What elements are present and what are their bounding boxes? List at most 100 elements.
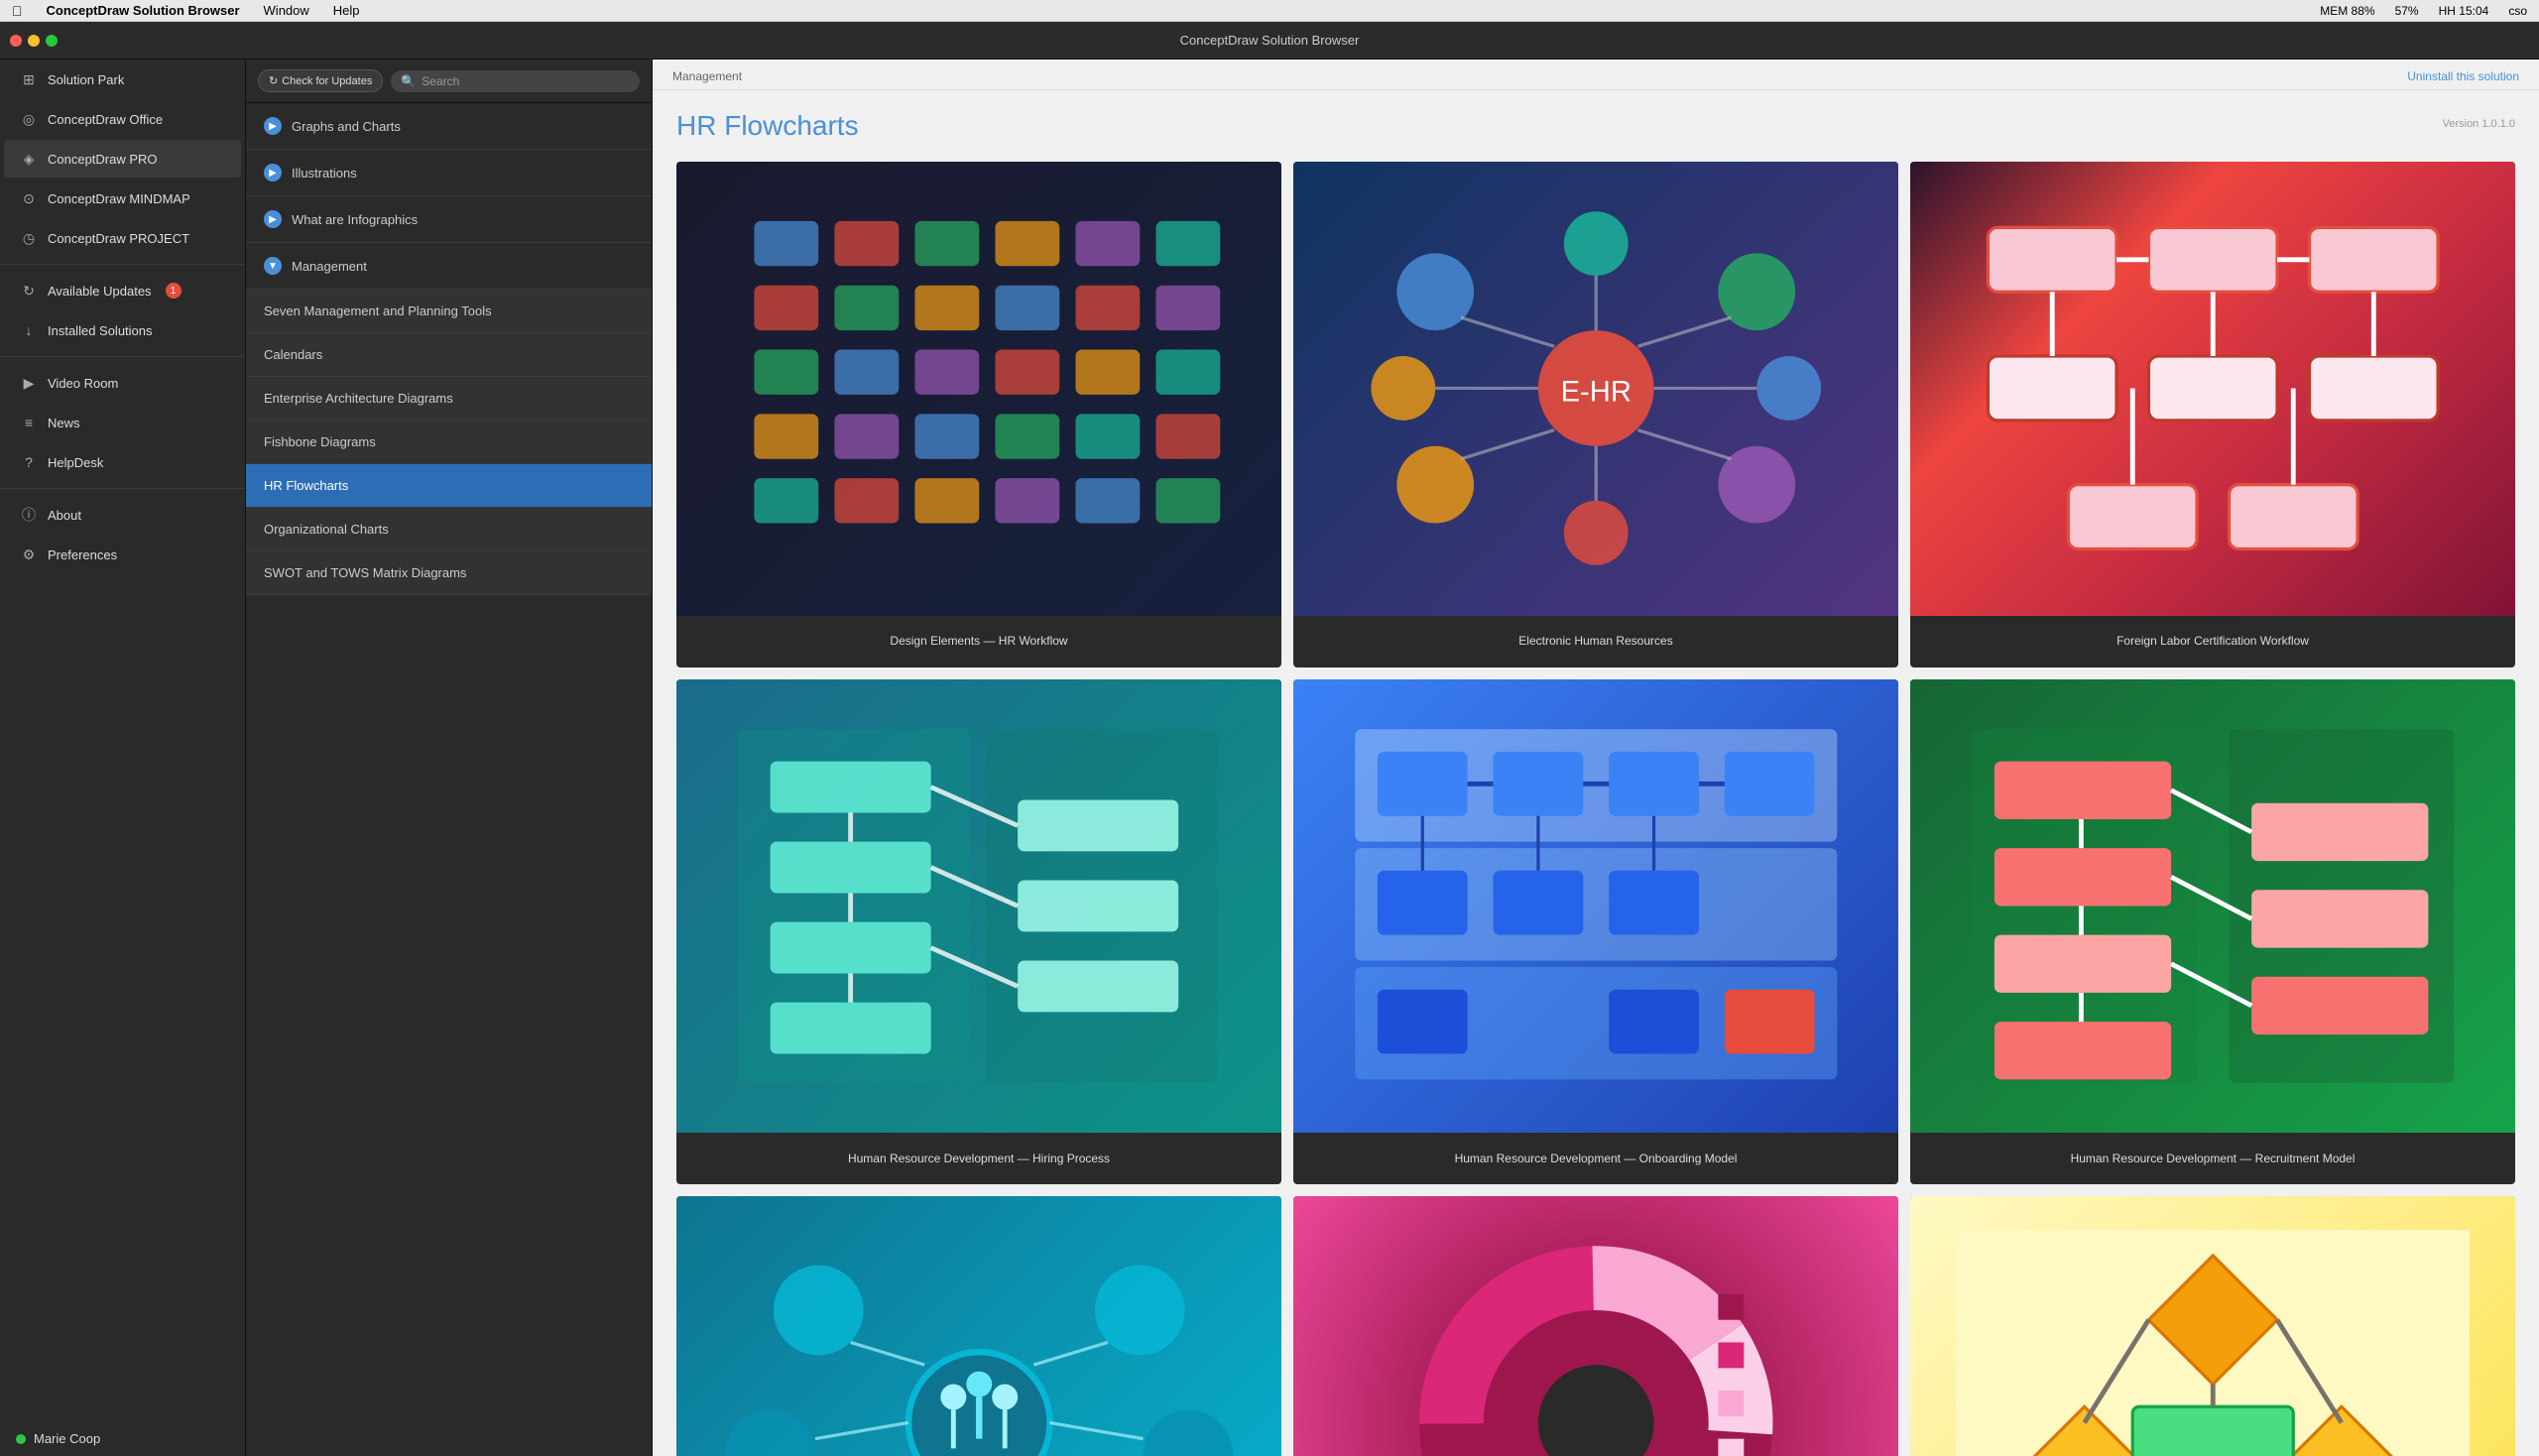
sidebar-label-news: News	[48, 416, 80, 430]
sidebar-item-solution-park[interactable]: ⊞ Solution Park	[4, 61, 241, 98]
sidebar-item-office[interactable]: ◎ ConceptDraw Office	[4, 100, 241, 138]
subcategory-org-charts[interactable]: Organizational Charts	[246, 507, 652, 550]
arrow-management: ▼	[264, 257, 282, 275]
check-updates-label: Check for Updates	[282, 75, 372, 87]
search-input[interactable]	[422, 74, 630, 88]
sidebar-item-news[interactable]: ≡ News	[4, 404, 241, 441]
sidebar-label-project: ConceptDraw PROJECT	[48, 231, 189, 246]
sidebar-item-about[interactable]: ⓘ About	[4, 496, 241, 534]
sidebar-item-installed[interactable]: ↓ Installed Solutions	[4, 311, 241, 349]
sidebar-divider-2	[0, 356, 245, 357]
menu-right: MEM 88% 57% НН 15:04 cso	[2316, 4, 2531, 18]
sidebar-item-videoroom[interactable]: ▶ Video Room	[4, 364, 241, 402]
sidebar-label-office: ConceptDraw Office	[48, 112, 163, 127]
maximize-button[interactable]	[46, 35, 58, 47]
thumb-svg-uk-labour	[1956, 1230, 2471, 1456]
subcategory-label-org-charts: Organizational Charts	[264, 522, 389, 537]
subcategory-fishbone[interactable]: Fishbone Diagrams	[246, 420, 652, 463]
subcategory-label-enterprise-arch: Enterprise Architecture Diagrams	[264, 391, 453, 406]
menu-bar:  ConceptDraw Solution Browser Window He…	[0, 0, 2539, 22]
uninstall-button[interactable]: Uninstall this solution	[2407, 69, 2519, 83]
content-panel: Management Uninstall this solution HR Fl…	[653, 60, 2539, 1456]
sidebar-label-videoroom: Video Room	[48, 376, 118, 391]
gallery-label-foreign-labor: Foreign Labor Certification Workflow	[1910, 616, 2515, 667]
help-menu[interactable]: Help	[329, 3, 364, 18]
sidebar-item-helpdesk[interactable]: ? HelpDesk	[4, 443, 241, 481]
sidebar-item-pro[interactable]: ◈ ConceptDraw PRO	[4, 140, 241, 178]
gallery-card-foreign-labor[interactable]: Foreign Labor Certification Workflow	[1910, 162, 2515, 667]
thumb-svg-competency	[722, 1230, 1237, 1456]
window-menu[interactable]: Window	[260, 3, 313, 18]
search-field-wrap[interactable]: 🔍	[391, 70, 640, 92]
sidebar-divider-1	[0, 264, 245, 265]
arrow-illustrations: ▶	[264, 164, 282, 182]
subcategory-swot[interactable]: SWOT and TOWS Matrix Diagrams	[246, 550, 652, 594]
mem-indicator: MEM 88%	[2316, 4, 2378, 18]
sidebar-label-preferences: Preferences	[48, 547, 117, 562]
sidebar-label-about: About	[48, 508, 81, 523]
close-button[interactable]	[10, 35, 22, 47]
gallery-label-recruitment: Human Resource Development — Recruitment…	[1910, 1133, 2515, 1184]
sidebar-item-updates[interactable]: ↻ Available Updates 1	[4, 272, 241, 309]
thumb-onboarding	[1293, 679, 1898, 1134]
gallery-grid: Design Elements — HR Workflow E-HR	[676, 162, 2515, 1456]
category-label-illustrations: Illustrations	[292, 166, 357, 181]
gallery-card-uk-labour[interactable]: Human Resources Flowchart — UK Labour Ma…	[1910, 1196, 2515, 1456]
thumb-svg-onboarding	[1339, 713, 1854, 1099]
sidebar-label-mindmap: ConceptDraw MINDMAP	[48, 191, 190, 206]
gallery-card-design-elements[interactable]: Design Elements — HR Workflow	[676, 162, 1281, 667]
arrow-graphs: ▶	[264, 117, 282, 135]
apple-menu[interactable]: 	[8, 3, 27, 19]
category-label-infographics: What are Infographics	[292, 212, 418, 227]
thumb-svg-electronic-hr: E-HR	[1339, 195, 1854, 581]
minimize-button[interactable]	[28, 35, 40, 47]
sidebar-label-solution-park: Solution Park	[48, 72, 124, 87]
news-icon: ≡	[20, 414, 38, 431]
subcategory-label-seven-mgmt: Seven Management and Planning Tools	[264, 303, 492, 318]
sidebar-item-preferences[interactable]: ⚙ Preferences	[4, 536, 241, 573]
page-title: HR Flowcharts	[676, 110, 859, 142]
clock: НН 15:04	[2435, 4, 2493, 18]
thumb-talent	[1293, 1196, 1898, 1456]
sidebar-item-mindmap[interactable]: ⊙ ConceptDraw MINDMAP	[4, 180, 241, 217]
installed-icon: ↓	[20, 321, 38, 339]
gallery-label-design-elements: Design Elements — HR Workflow	[676, 616, 1281, 667]
category-header-graphs[interactable]: ▶ Graphs and Charts	[246, 103, 652, 149]
search-bar: ↻ Check for Updates 🔍	[246, 60, 652, 103]
sidebar-label-updates: Available Updates	[48, 284, 152, 299]
category-group-graphs: ▶ Graphs and Charts	[246, 103, 652, 150]
gear-icon: ⚙	[20, 546, 38, 563]
gallery-label-electronic-hr: Electronic Human Resources	[1293, 616, 1898, 667]
gallery-card-electronic-hr[interactable]: E-HR	[1293, 162, 1898, 667]
breadcrumb: Management	[672, 69, 742, 83]
sidebar: ⊞ Solution Park ◎ ConceptDraw Office ◈ C…	[0, 60, 246, 1456]
arrow-infographics: ▶	[264, 210, 282, 228]
help-icon: ?	[20, 453, 38, 471]
thumb-svg-design-elements	[722, 195, 1237, 581]
thumb-hiring	[676, 679, 1281, 1134]
subcategory-calendars[interactable]: Calendars	[246, 332, 652, 376]
subcategory-seven-mgmt[interactable]: Seven Management and Planning Tools	[246, 289, 652, 332]
category-header-management[interactable]: ▼ Management	[246, 243, 652, 289]
subcategory-label-calendars: Calendars	[264, 347, 322, 362]
app-menu-name[interactable]: ConceptDraw Solution Browser	[43, 3, 244, 18]
check-updates-button[interactable]: ↻ Check for Updates	[258, 69, 383, 92]
user-row: Marie Coop	[0, 1421, 245, 1456]
app-body: ⊞ Solution Park ◎ ConceptDraw Office ◈ C…	[0, 60, 2539, 1456]
sidebar-label-pro: ConceptDraw PRO	[48, 152, 158, 167]
gallery-card-hiring[interactable]: Human Resource Development — Hiring Proc…	[676, 679, 1281, 1185]
thumb-electronic-hr: E-HR	[1293, 162, 1898, 616]
sidebar-item-project[interactable]: ◷ ConceptDraw PROJECT	[4, 219, 241, 257]
subcategory-label-fishbone: Fishbone Diagrams	[264, 434, 376, 449]
gallery-card-competency[interactable]: Human Resource Management — Competency B…	[676, 1196, 1281, 1456]
thumb-svg-hiring	[722, 713, 1237, 1099]
gallery-card-onboarding[interactable]: Human Resource Development — Onboarding …	[1293, 679, 1898, 1185]
gallery-card-recruitment[interactable]: Human Resource Development — Recruitment…	[1910, 679, 2515, 1185]
category-header-illustrations[interactable]: ▶ Illustrations	[246, 150, 652, 195]
battery-indicator: 57%	[2391, 4, 2423, 18]
sidebar-label-helpdesk: HelpDesk	[48, 455, 103, 470]
category-header-infographics[interactable]: ▶ What are Infographics	[246, 196, 652, 242]
subcategory-hr-flowcharts[interactable]: HR Flowcharts	[246, 463, 652, 507]
subcategory-enterprise-arch[interactable]: Enterprise Architecture Diagrams	[246, 376, 652, 420]
gallery-card-talent[interactable]: Human Resources Flowchart — Talent Manag…	[1293, 1196, 1898, 1456]
